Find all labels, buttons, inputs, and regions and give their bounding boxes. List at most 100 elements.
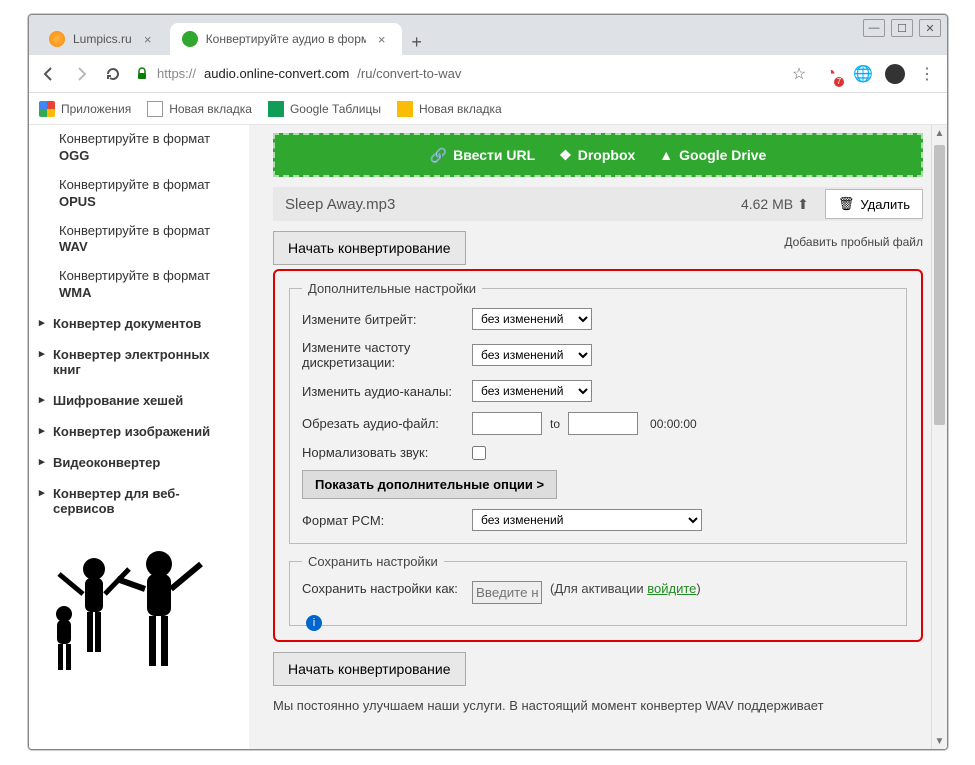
- channels-select[interactable]: без изменений: [472, 380, 592, 402]
- freq-row: Измените частоту дискретизации: без изме…: [302, 340, 894, 370]
- scroll-down-icon[interactable]: ▼: [932, 733, 947, 749]
- save-name-input[interactable]: [472, 581, 542, 604]
- convert-button-bottom[interactable]: Начать конвертирование: [273, 652, 466, 686]
- favicon-icon: [49, 31, 65, 47]
- bookmark-item[interactable]: Google Таблицы: [268, 101, 381, 117]
- new-tab-button[interactable]: +: [404, 29, 430, 55]
- trim-to-label: to: [550, 417, 560, 431]
- additional-settings: Дополнительные настройки Измените битрей…: [289, 281, 907, 544]
- url-field[interactable]: https:// audio.online-convert.com/ru/conv…: [135, 66, 777, 81]
- upload-options: 🔗Ввести URL ❖Dropbox ▲Google Drive: [273, 133, 923, 177]
- save-note: (Для активации войдите): [550, 581, 701, 596]
- link-icon: 🔗: [430, 147, 447, 164]
- url-host: audio.online-convert.com: [204, 66, 349, 81]
- window: — ☐ ✕ Lumpics.ru × Конвертируйте аудио в…: [28, 14, 948, 750]
- url-scheme: https://: [157, 66, 196, 81]
- sidebar-format-ogg[interactable]: Конвертируйте в формат OGG: [29, 125, 249, 171]
- freq-label: Измените частоту дискретизации:: [302, 340, 472, 370]
- sidebar-format-wav[interactable]: Конвертируйте в формат WAV: [29, 217, 249, 263]
- window-controls: — ☐ ✕: [863, 19, 941, 37]
- info-icon[interactable]: i: [306, 615, 322, 631]
- settings-legend: Дополнительные настройки: [302, 281, 482, 296]
- close-button[interactable]: ✕: [919, 19, 941, 37]
- sidebar-cat-hash[interactable]: Шифрование хешей: [29, 385, 249, 416]
- globe-icon[interactable]: 🌐: [853, 64, 873, 84]
- sidebar-cat-web[interactable]: Конвертер для веб-сервисов: [29, 478, 249, 524]
- trash-icon: 🗑: [838, 196, 855, 212]
- footer-text: Мы постоянно улучшаем наши услуги. В нас…: [273, 698, 923, 713]
- dropbox-icon: ❖: [559, 147, 572, 164]
- tab-title: Конвертируйте аудио в формат: [206, 32, 366, 46]
- trim-from-input[interactable]: [472, 412, 542, 435]
- sidebar-cat-video[interactable]: Видеоконвертер: [29, 447, 249, 478]
- sidebar-cat-documents[interactable]: Конвертер документов: [29, 308, 249, 339]
- sidebar-format-wma[interactable]: Конвертируйте в формат WMA: [29, 262, 249, 308]
- page-icon: [147, 101, 163, 117]
- gdrive-button[interactable]: ▲Google Drive: [659, 147, 766, 163]
- scroll-up-icon[interactable]: ▲: [932, 125, 947, 141]
- add-trial-link[interactable]: Добавить пробный файл: [784, 235, 923, 249]
- convert-button-top[interactable]: Начать конвертирование: [273, 231, 466, 265]
- file-name: Sleep Away.mp3: [273, 196, 731, 213]
- page-icon: [397, 101, 413, 117]
- favicon-icon: [182, 31, 198, 47]
- save-label: Сохранить настройки как:i: [302, 581, 472, 613]
- login-link[interactable]: войдите: [647, 581, 696, 596]
- apps-icon: [39, 101, 55, 117]
- bookmark-item[interactable]: Новая вкладка: [147, 101, 252, 117]
- bitrate-select[interactable]: без изменений: [472, 308, 592, 330]
- delete-button[interactable]: 🗑Удалить: [825, 189, 923, 219]
- channels-label: Изменить аудио-каналы:: [302, 384, 472, 399]
- dropbox-button[interactable]: ❖Dropbox: [559, 147, 635, 164]
- scrollbar[interactable]: ▲ ▼: [931, 125, 947, 749]
- back-button[interactable]: [39, 64, 59, 84]
- url-path: /ru/convert-to-wav: [357, 66, 461, 81]
- normalize-label: Нормализовать звук:: [302, 445, 472, 460]
- profile-avatar[interactable]: [885, 64, 905, 84]
- content: Конвертируйте в формат OGG Конвертируйте…: [29, 125, 947, 749]
- file-size: 4.62 MB⬆: [731, 196, 819, 213]
- normalize-row: Нормализовать звук:: [302, 445, 894, 460]
- maximize-button[interactable]: ☐: [891, 19, 913, 37]
- pcm-label: Формат PCM:: [302, 513, 472, 528]
- sidebar-format-opus[interactable]: Конвертируйте в формат OPUS: [29, 171, 249, 217]
- close-tab-icon[interactable]: ×: [140, 31, 156, 47]
- star-icon[interactable]: ☆: [789, 64, 809, 84]
- trim-time: 00:00:00: [650, 417, 697, 431]
- show-more-button[interactable]: Показать дополнительные опции >: [302, 470, 557, 499]
- trim-to-input[interactable]: [568, 412, 638, 435]
- tab-title: Lumpics.ru: [73, 32, 132, 46]
- settings-highlight: Дополнительные настройки Измените битрей…: [273, 269, 923, 642]
- bookmark-item[interactable]: Новая вкладка: [397, 101, 502, 117]
- enter-url-button[interactable]: 🔗Ввести URL: [430, 147, 535, 164]
- save-row: Сохранить настройки как:i (Для активации…: [302, 581, 894, 613]
- gdrive-icon: ▲: [659, 147, 673, 163]
- menu-icon[interactable]: ⋮: [917, 64, 937, 84]
- freq-select[interactable]: без изменений: [472, 344, 592, 366]
- forward-button[interactable]: [71, 64, 91, 84]
- extension-icon[interactable]: ◔7: [821, 64, 841, 84]
- lock-icon: [135, 67, 149, 81]
- bookmark-apps[interactable]: Приложения: [39, 101, 131, 117]
- bitrate-row: Измените битрейт: без изменений: [302, 308, 894, 330]
- sidebar: Конвертируйте в формат OGG Конвертируйте…: [29, 125, 249, 749]
- save-legend: Сохранить настройки: [302, 554, 444, 569]
- close-tab-icon[interactable]: ×: [374, 31, 390, 47]
- pcm-row: Формат PCM: без изменений: [302, 509, 894, 531]
- sidebar-cat-images[interactable]: Конвертер изображений: [29, 416, 249, 447]
- pcm-select[interactable]: без изменений: [472, 509, 702, 531]
- scroll-thumb[interactable]: [934, 145, 945, 425]
- sheets-icon: [268, 101, 284, 117]
- sidebar-cat-ebooks[interactable]: Конвертер электронных книг: [29, 339, 249, 385]
- tab-lumpics[interactable]: Lumpics.ru ×: [37, 23, 168, 55]
- channels-row: Изменить аудио-каналы: без изменений: [302, 380, 894, 402]
- tab-convert[interactable]: Конвертируйте аудио в формат ×: [170, 23, 402, 55]
- file-row: Sleep Away.mp3 4.62 MB⬆ 🗑Удалить: [273, 187, 923, 221]
- minimize-button[interactable]: —: [863, 19, 885, 37]
- reload-button[interactable]: [103, 64, 123, 84]
- trim-row: Обрезать аудио-файл: to 00:00:00: [302, 412, 894, 435]
- bitrate-label: Измените битрейт:: [302, 312, 472, 327]
- normalize-checkbox[interactable]: [472, 446, 486, 460]
- sidebar-ad-image: [39, 534, 239, 674]
- upload-icon: ⬆: [797, 196, 809, 213]
